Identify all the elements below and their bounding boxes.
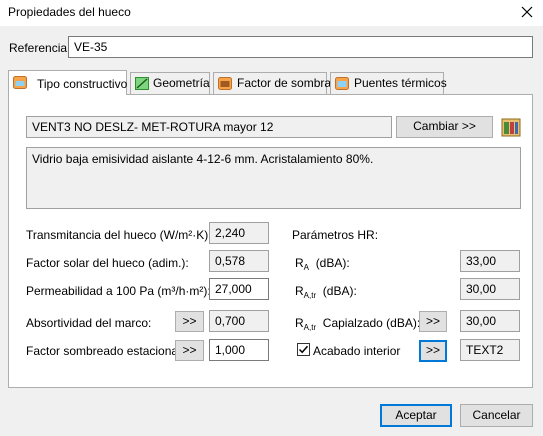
bridge-icon bbox=[335, 77, 349, 90]
transmitancia-label: Transmitancia del hueco (W/m²·K): bbox=[26, 228, 212, 242]
cambiar-button[interactable]: Cambiar >> bbox=[396, 116, 493, 138]
ratr-label: RA,tr (dBA): bbox=[295, 284, 357, 300]
properties-dialog: Propiedades del hueco Referencia: VE-35 … bbox=[0, 0, 543, 436]
absortividad-value: 0,700 bbox=[209, 310, 269, 332]
absortividad-more-button[interactable]: >> bbox=[175, 311, 204, 332]
hr-heading: Parámetros HR: bbox=[292, 228, 379, 242]
construct-name-field: VENT3 NO DESLZ- MET-ROTURA mayor 12 bbox=[26, 116, 392, 138]
title-bar: Propiedades del hueco bbox=[0, 0, 543, 26]
transmitancia-value: 2,240 bbox=[209, 222, 269, 244]
shade-icon bbox=[218, 77, 232, 90]
tab-label: Puentes térmicos bbox=[354, 76, 447, 90]
acabado-label: Acabado interior bbox=[313, 344, 401, 358]
window-icon bbox=[13, 76, 27, 89]
close-icon[interactable] bbox=[514, 2, 540, 22]
factor-solar-value: 0,578 bbox=[209, 250, 269, 272]
ratr-value: 30,00 bbox=[460, 278, 520, 300]
construct-description: Vidrio baja emisividad aislante 4-12-6 m… bbox=[26, 147, 521, 209]
geometry-icon bbox=[135, 77, 149, 90]
tab-label: Factor de sombra bbox=[237, 76, 332, 90]
tab-label: Tipo constructivo bbox=[37, 77, 128, 91]
cancelar-button[interactable]: Cancelar bbox=[460, 404, 533, 427]
ra-label: RA (dBA): bbox=[295, 256, 350, 272]
tab-puentes-termicos[interactable]: Puentes térmicos bbox=[330, 72, 447, 94]
ra-value: 33,00 bbox=[460, 250, 520, 272]
library-icon[interactable] bbox=[501, 116, 521, 138]
absortividad-label: Absortividad del marco: bbox=[26, 316, 152, 330]
acabado-more-button[interactable]: >> bbox=[419, 340, 447, 362]
sombreado-input[interactable]: 1,000 bbox=[209, 339, 269, 361]
ratr-capialzado-more-button[interactable]: >> bbox=[419, 311, 447, 332]
tab-factor-sombra[interactable]: Factor de sombra bbox=[213, 72, 331, 94]
sombreado-label: Factor sombreado estacional: bbox=[26, 344, 185, 358]
referencia-label: Referencia: bbox=[9, 41, 71, 55]
acabado-checkbox[interactable] bbox=[297, 343, 310, 356]
sombreado-more-button[interactable]: >> bbox=[175, 340, 204, 361]
tab-label: Geometría bbox=[153, 76, 210, 90]
window-title: Propiedades del hueco bbox=[8, 5, 131, 19]
aceptar-button[interactable]: Aceptar bbox=[380, 404, 452, 427]
permeabilidad-input[interactable]: 27,000 bbox=[209, 278, 269, 300]
ratr-capialzado-label: RA,tr Capialzado (dBA): bbox=[295, 316, 421, 332]
tab-geometria[interactable]: Geometría bbox=[130, 72, 210, 94]
permeabilidad-label: Permeabilidad a 100 Pa (m³/h·m²): bbox=[26, 284, 211, 298]
tab-panel: VENT3 NO DESLZ- MET-ROTURA mayor 12 Camb… bbox=[8, 94, 533, 388]
ratr-capialzado-value: 30,00 bbox=[460, 310, 520, 332]
tab-tipo-constructivo[interactable]: Tipo constructivo bbox=[8, 70, 127, 95]
referencia-input[interactable]: VE-35 bbox=[68, 36, 533, 58]
acabado-value: TEXT2 bbox=[460, 339, 520, 361]
factor-solar-label: Factor solar del hueco (adim.): bbox=[26, 256, 189, 270]
